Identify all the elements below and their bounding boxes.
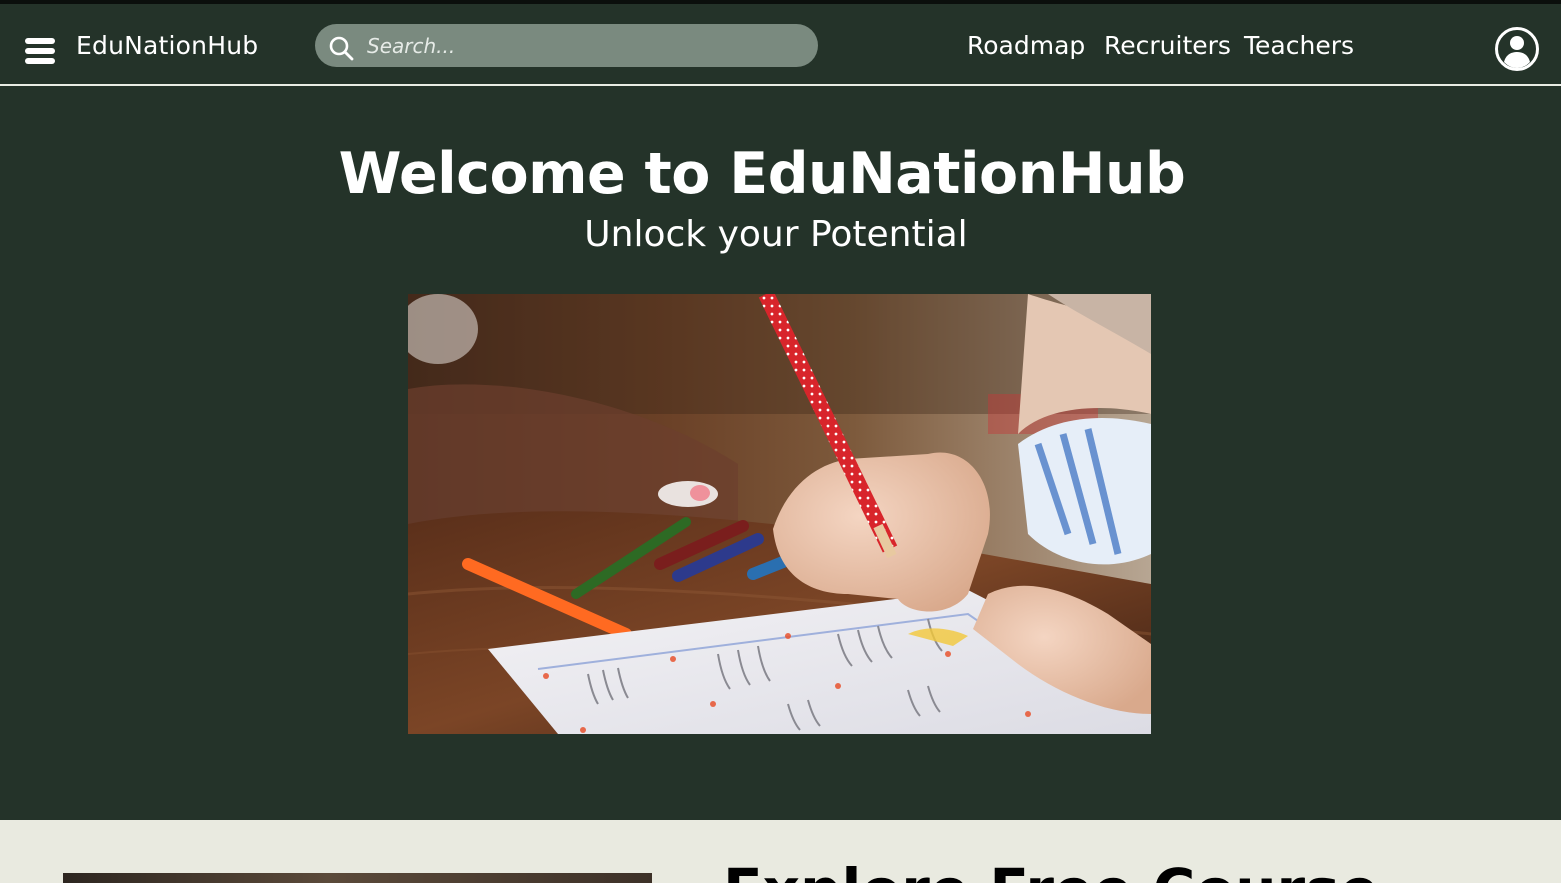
course-thumbnail-image <box>63 873 652 883</box>
search-icon[interactable] <box>328 35 354 61</box>
nav-link-recruiters[interactable]: Recruiters <box>1104 31 1231 60</box>
user-circle-icon[interactable] <box>1494 26 1540 72</box>
brand-logo-text[interactable]: EduNationHub <box>76 31 258 60</box>
top-navigation-bar: EduNationHub Roadmap Recruiters Teachers <box>0 0 1561 86</box>
hero-subtitle: Unlock your Potential <box>584 214 968 255</box>
nav-link-roadmap[interactable]: Roadmap <box>967 31 1085 60</box>
search-bar[interactable] <box>315 24 818 67</box>
explore-courses-heading: Explore Free Course <box>723 856 1379 883</box>
hero-section: Welcome to EduNationHub Unlock your Pote… <box>0 86 1561 820</box>
nav-link-teachers[interactable]: Teachers <box>1244 31 1354 60</box>
hero-title: Welcome to EduNationHub <box>338 141 1186 207</box>
hero-image-child-writing <box>408 294 1151 734</box>
explore-courses-section: Explore Free Course <box>0 820 1561 883</box>
search-input[interactable] <box>367 24 797 67</box>
hamburger-menu-icon[interactable] <box>25 38 55 64</box>
